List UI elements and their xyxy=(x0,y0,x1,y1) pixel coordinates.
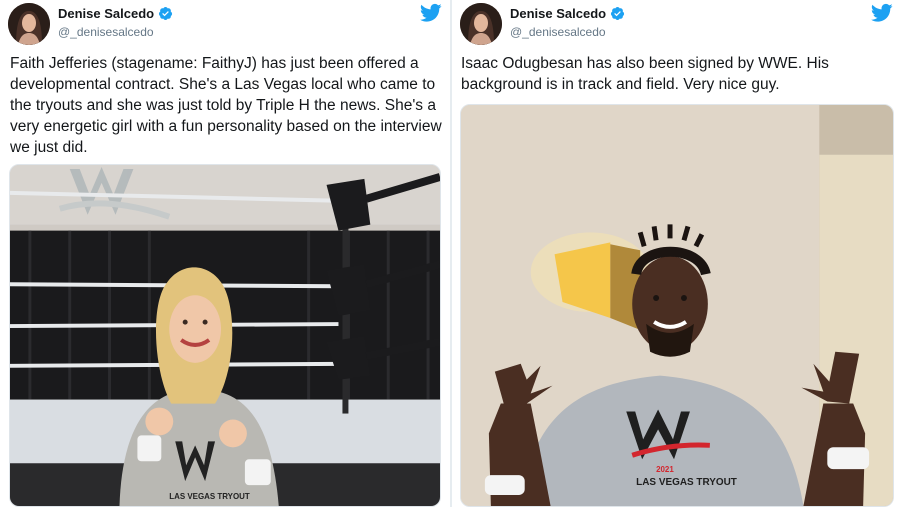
tweet-photo[interactable]: LAS VEGAS TRYOUT xyxy=(9,164,441,507)
handle[interactable]: @_denisesalcedo xyxy=(510,25,606,39)
avatar[interactable] xyxy=(8,3,50,45)
tweet-card[interactable]: Denise Salcedo @_denisesalcedo Faith Jef… xyxy=(0,0,450,507)
tweet-photo[interactable]: 2021 LAS VEGAS TRYOUT xyxy=(460,104,894,507)
avatar[interactable] xyxy=(460,3,502,45)
shirt-text: LAS VEGAS TRYOUT xyxy=(636,477,737,488)
tweet-header: Denise Salcedo @_denisesalcedo xyxy=(460,3,893,47)
twitter-bird-icon[interactable] xyxy=(420,3,442,23)
display-name[interactable]: Denise Salcedo xyxy=(510,6,606,21)
display-name[interactable]: Denise Salcedo xyxy=(58,6,154,21)
shirt-text: LAS VEGAS TRYOUT xyxy=(169,492,250,501)
tweet-header: Denise Salcedo @_denisesalcedo xyxy=(8,3,442,47)
tweet-text: Faith Jefferies (stagename: FaithyJ) has… xyxy=(10,55,442,156)
shirt-year: 2021 xyxy=(656,465,674,474)
tweet-text: Isaac Odugbesan has also been signed by … xyxy=(461,55,829,93)
tweet-card[interactable]: Denise Salcedo @_denisesalcedo Isaac Odu… xyxy=(452,0,901,507)
verified-badge-icon xyxy=(159,7,173,21)
verified-badge-icon xyxy=(611,7,625,21)
twitter-bird-icon[interactable] xyxy=(871,3,893,23)
handle[interactable]: @_denisesalcedo xyxy=(58,25,154,39)
